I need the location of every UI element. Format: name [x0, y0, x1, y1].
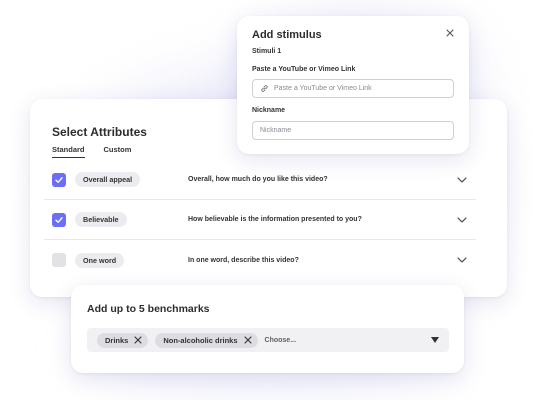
attribute-question: How believable is the information presen…	[188, 216, 362, 223]
attribute-pill: One word	[75, 252, 125, 268]
benchmarks-title: Add up to 5 benchmarks	[87, 303, 210, 315]
chevron-down-icon[interactable]	[456, 254, 468, 266]
attribute-pill: Believable	[75, 212, 127, 227]
attribute-checkbox[interactable]	[52, 253, 66, 267]
benchmark-placeholder: Choose...	[264, 336, 297, 344]
remove-chip-icon[interactable]	[134, 336, 142, 344]
check-icon	[55, 216, 63, 223]
close-icon[interactable]	[445, 28, 455, 38]
attribute-row: Overall appeal Overall, how much do you …	[44, 160, 476, 200]
benchmark-select[interactable]: Drinks Non-alcoholic drinks Choose...	[87, 328, 449, 352]
nickname-input[interactable]: Nickname	[252, 121, 454, 140]
attributes-title: Select Attributes	[52, 125, 147, 139]
tab-standard[interactable]: Standard	[52, 145, 85, 158]
stimulus-title: Add stimulus	[252, 29, 322, 41]
link-icon	[261, 85, 268, 92]
attribute-row: One word In one word, describe this vide…	[44, 240, 476, 280]
video-link-input[interactable]: Paste a YouTube or Vimeo Link	[252, 79, 454, 98]
attribute-checkbox[interactable]	[52, 172, 66, 187]
remove-chip-icon[interactable]	[243, 336, 252, 344]
caret-down-icon[interactable]	[431, 337, 439, 343]
chevron-down-icon[interactable]	[456, 214, 468, 226]
video-link-placeholder: Paste a YouTube or Vimeo Link	[274, 85, 372, 92]
benchmarks-card: Add up to 5 benchmarks Drinks Non-alcoho…	[71, 285, 464, 373]
chip-label: Drinks	[105, 335, 129, 345]
attribute-tabs: Standard Custom	[52, 145, 131, 158]
attribute-checkbox[interactable]	[52, 212, 66, 227]
link-label: Paste a YouTube or Vimeo Link	[252, 66, 356, 73]
stimulus-subtitle: Stimuli 1	[252, 48, 282, 55]
chip-label: Non-alcoholic drinks	[163, 335, 238, 345]
attribute-row: Believable How believable is the informa…	[44, 200, 476, 240]
benchmark-chip: Non-alcoholic drinks	[155, 332, 258, 348]
attribute-list: Overall appeal Overall, how much do you …	[44, 160, 476, 280]
chevron-down-icon[interactable]	[456, 174, 468, 186]
attribute-question: Overall, how much do you like this video…	[188, 176, 328, 183]
tab-custom[interactable]: Custom	[104, 145, 132, 158]
benchmark-chip: Drinks	[97, 332, 149, 348]
attribute-pill: Overall appeal	[75, 172, 141, 187]
check-icon	[55, 176, 63, 183]
add-stimulus-dialog: Add stimulus Stimuli 1 Paste a YouTube o…	[237, 16, 469, 154]
nickname-label: Nickname	[252, 107, 286, 114]
nickname-placeholder: Nickname	[260, 127, 292, 134]
attribute-question: In one word, describe this video?	[188, 256, 299, 264]
